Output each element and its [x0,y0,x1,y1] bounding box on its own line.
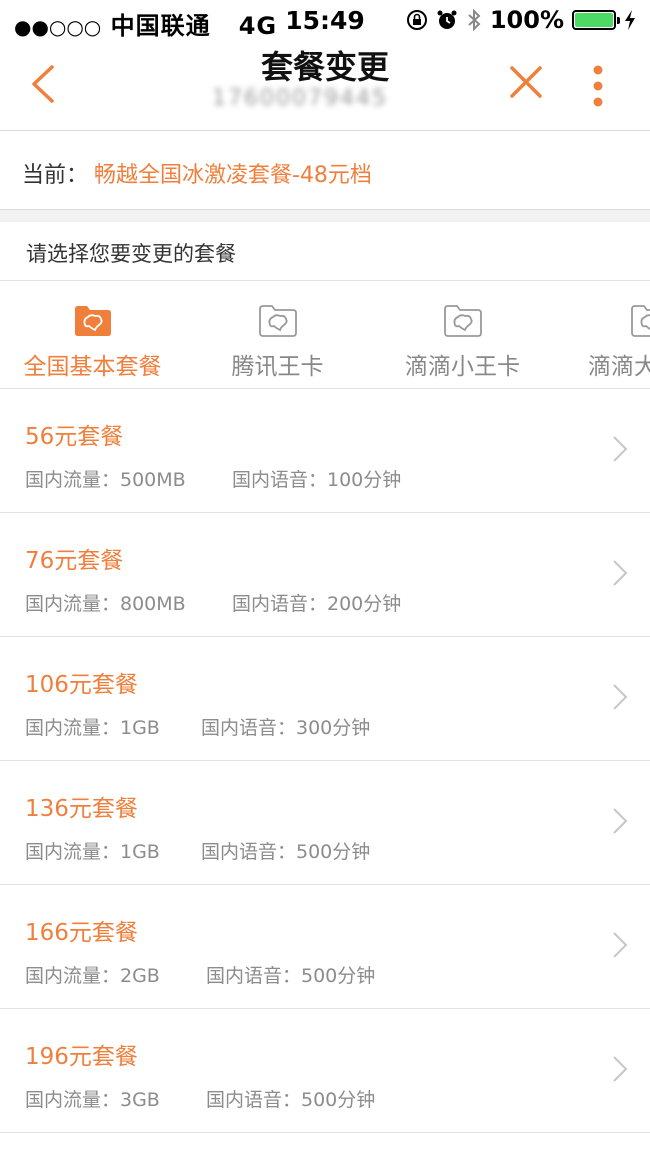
plan-category-tabs: 全国基本套餐 腾讯王卡 滴滴小王卡 滴滴大王卡 [0,281,650,389]
tab-national-basic[interactable]: 全国基本套餐 [0,281,185,388]
plan-list: 56元套餐 国内流量：500MB 国内语音：100分钟 76元套餐 国内流量：8… [0,389,650,1133]
plan-voice-allowance: 国内语音：500分钟 [206,965,376,987]
plan-data-allowance: 国内流量：800MB [25,593,186,615]
plan-item[interactable]: 106元套餐 国内流量：1GB 国内语音：300分钟 [0,637,650,761]
plan-voice-allowance: 国内语音：500分钟 [201,841,371,863]
battery-percent: 100% [489,6,564,34]
tab-label: 腾讯王卡 [231,354,324,380]
china-map-folder-icon [444,305,482,337]
phone-number: 17600079445 [212,86,388,111]
close-icon[interactable] [508,64,544,100]
plan-voice-allowance: 国内语音：500分钟 [206,1089,376,1111]
plan-name: 196元套餐 [25,1044,138,1070]
nav-bar: 套餐变更 17600079445 [0,40,650,131]
section-title-text: 请选择您要变更的套餐 [26,242,236,266]
tab-label: 滴滴小王卡 [405,354,520,380]
bluetooth-icon [468,8,481,32]
plan-voice-allowance: 国内语音：300分钟 [201,717,371,739]
current-plan-label: 当前： [22,163,89,188]
tab-label: 全国基本套餐 [23,354,162,380]
plan-data-allowance: 国内流量：3GB [25,1089,160,1111]
china-map-folder-icon [259,305,297,337]
plan-name: 166元套餐 [25,920,138,946]
plan-name: 56元套餐 [25,424,124,450]
plan-data-allowance: 国内流量：1GB [25,841,160,863]
chevron-right-icon [613,808,628,834]
plan-item[interactable]: 76元套餐 国内流量：800MB 国内语音：200分钟 [0,513,650,637]
status-bar: ●●○○○ 中国联通 4G 15:49 100% [0,0,650,40]
china-map-folder-icon [75,306,111,336]
section-divider [0,210,650,222]
plan-data-allowance: 国内流量：2GB [25,965,160,987]
chevron-right-icon [613,436,628,462]
plan-item[interactable]: 196元套餐 国内流量：3GB 国内语音：500分钟 [0,1009,650,1133]
alarm-icon [437,10,457,29]
current-plan-value: 畅越全国冰激凌套餐-48元档 [94,163,372,188]
plan-voice-allowance: 国内语音：100分钟 [232,469,402,491]
plan-voice-allowance: 国内语音：200分钟 [232,593,402,615]
chevron-right-icon [613,1056,628,1082]
chevron-right-icon [613,560,628,586]
tab-didi-small-king-card[interactable]: 滴滴小王卡 [370,281,555,388]
section-title: 请选择您要变更的套餐 [0,222,650,281]
tab-label: 滴滴大王卡 [588,354,650,380]
more-menu-icon[interactable] [586,64,610,108]
chevron-right-icon [613,932,628,958]
plan-item[interactable]: 136元套餐 国内流量：1GB 国内语音：500分钟 [0,761,650,885]
status-right: 100% [406,6,636,34]
tab-didi-big-king-card[interactable]: 滴滴大王卡 [588,281,650,388]
page-title: 套餐变更 [260,48,389,86]
plan-name: 76元套餐 [25,548,124,574]
current-plan: 当前： 畅越全国冰激凌套餐-48元档 [0,131,650,210]
orientation-lock-icon [406,10,427,30]
charging-icon [625,10,635,30]
tab-tencent-king-card[interactable]: 腾讯王卡 [185,281,370,388]
plan-item[interactable]: 166元套餐 国内流量：2GB 国内语音：500分钟 [0,885,650,1009]
plan-name: 136元套餐 [25,796,138,822]
battery-icon [572,10,620,30]
plan-item[interactable]: 56元套餐 国内流量：500MB 国内语音：100分钟 [0,389,650,513]
china-map-folder-icon [631,305,650,337]
plan-name: 106元套餐 [25,672,138,698]
plan-data-allowance: 国内流量：1GB [25,717,160,739]
plan-data-allowance: 国内流量：500MB [25,469,186,491]
chevron-right-icon [613,684,628,710]
